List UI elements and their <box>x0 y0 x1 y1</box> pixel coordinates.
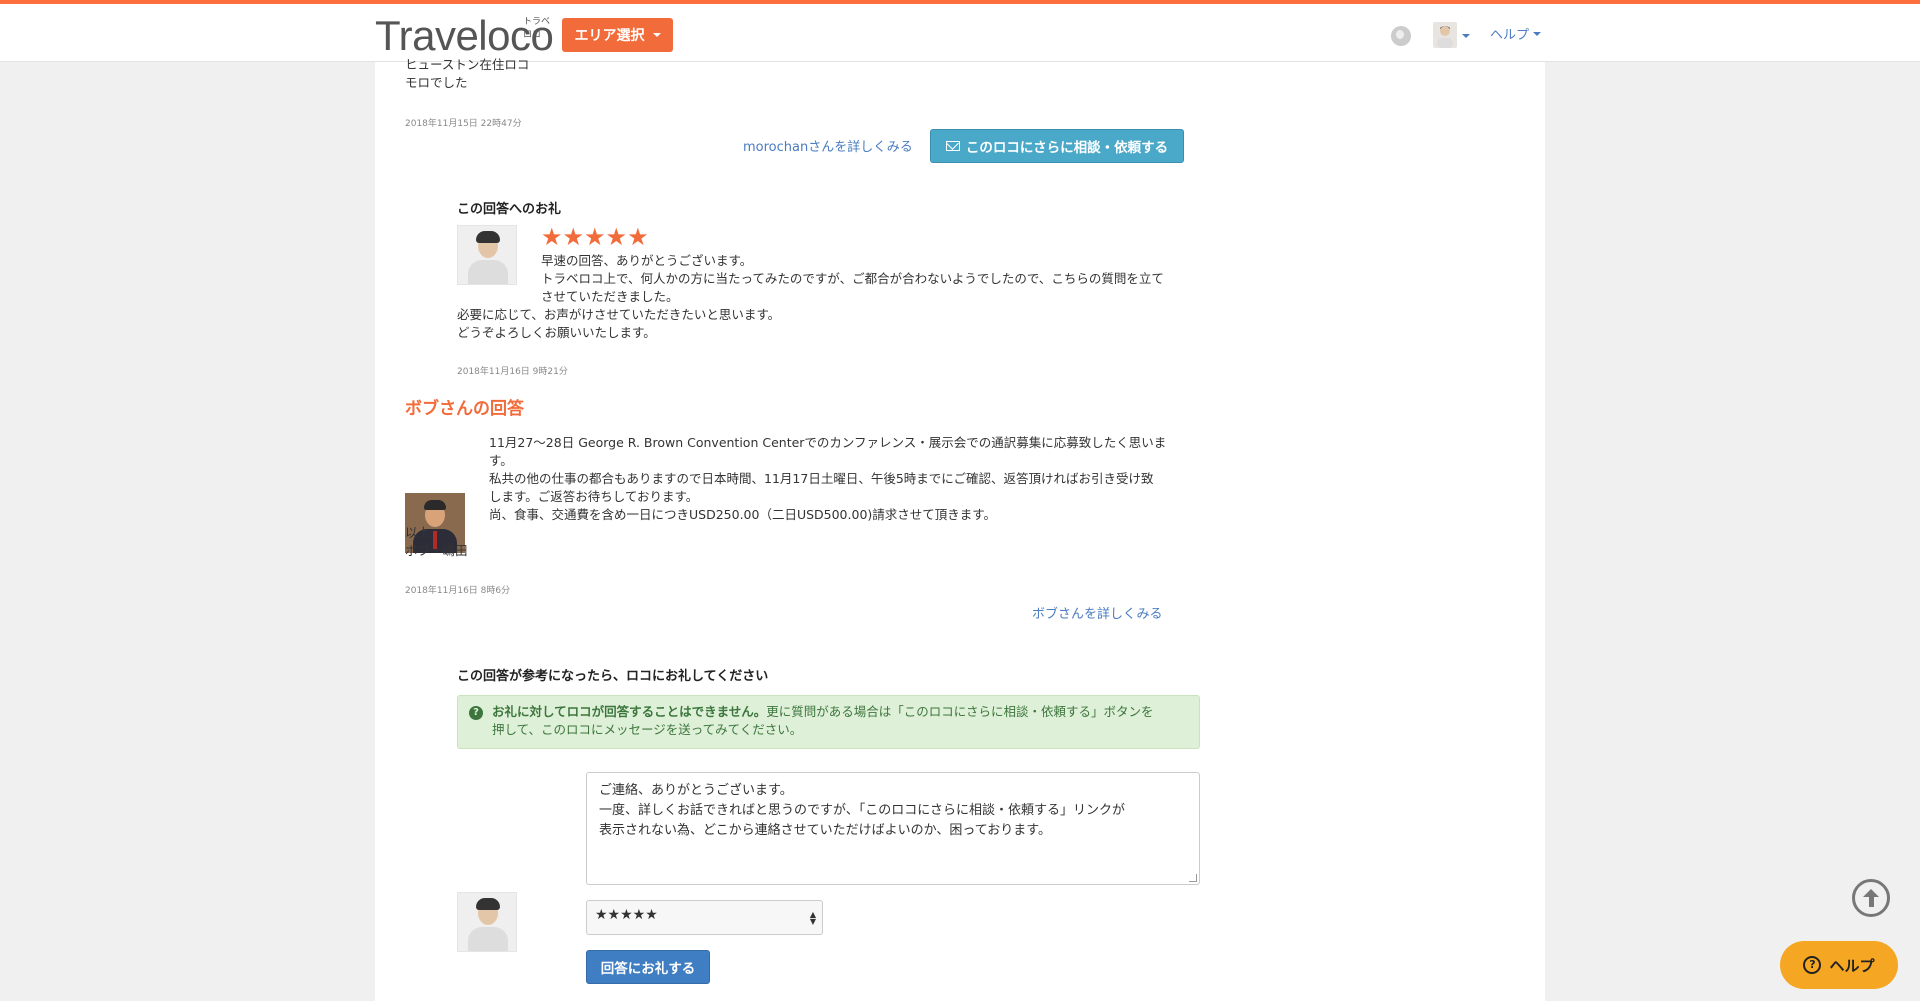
chevron-down-icon <box>1533 31 1542 36</box>
bob-signature: ボブ・嶋田 <box>405 543 468 558</box>
notice-bold: お礼に対してロコが回答することはできません。 <box>492 704 767 719</box>
chevron-down-icon <box>652 33 661 37</box>
main-content: ヒューストン在住ロコ モロでした 2018年11月15日 22時47分 moro… <box>375 57 1545 1001</box>
thanks-timestamp: 2018年11月16日 9時21分 <box>457 367 568 377</box>
avatar <box>457 225 517 285</box>
area-select-button[interactable]: エリア選択 <box>562 18 673 52</box>
notice-line-1: お礼に対してロコが回答することはできません。更に質問がある場合は「このロコにさら… <box>492 703 1187 721</box>
select-arrows-icon: ▲ ▼ <box>809 910 816 926</box>
help-menu-label: ヘルプ <box>1490 28 1530 43</box>
bob-answer-line: す。 <box>489 453 513 468</box>
site-header: Traveloco トラベロコ エリア選択 ヘルプ <box>0 4 1920 62</box>
floating-help-label: ヘルプ <box>1829 956 1875 975</box>
avatar <box>457 892 517 952</box>
thanks-line: どうぞよろしくお願いいたします。 <box>457 325 656 340</box>
submit-thanks-button[interactable]: 回答にお礼する <box>586 950 710 984</box>
rating-stars: ★★★★★ <box>541 223 649 251</box>
globe-icon[interactable] <box>1391 26 1411 46</box>
logo-kana: トラベロコ <box>523 17 551 40</box>
thanks-heading: この回答へのお礼 <box>457 202 562 217</box>
thanks-line: させていただきました。 <box>541 289 679 304</box>
consult-button-label: このロコにさらに相談・依頼する <box>965 140 1169 156</box>
floating-help-button[interactable]: ? ヘルプ <box>1780 941 1898 989</box>
user-avatar[interactable] <box>1433 22 1457 48</box>
thanks-line: トラベロコ上で、何人かの方に当たってみたのですが、ご都合が合わないようでしたので… <box>541 271 1164 286</box>
textarea-line: 一度、詳しくお話できればと思うのですが、「このロコにさらに相談・依頼する」リンク… <box>599 803 1125 818</box>
thanks-line: 早速の回答、ありがとうございます。 <box>541 253 753 268</box>
consult-button[interactable]: このロコにさらに相談・依頼する <box>930 129 1184 163</box>
submit-thanks-label: 回答にお礼する <box>600 961 696 977</box>
bob-answer-line: 尚、食事、交通費を含め一日につきUSD250.00（二日USD500.00)請求… <box>489 507 997 522</box>
info-notice: ? お礼に対してロコが回答することはできません。更に質問がある場合は「このロコに… <box>457 695 1200 749</box>
chevron-down-icon[interactable] <box>1462 34 1470 38</box>
notice-line-2: 押して、このロコにメッセージを送ってみてください。 <box>492 722 803 737</box>
bob-answer-timestamp: 2018年11月16日 8時6分 <box>405 586 511 596</box>
bob-signature: 以上 <box>405 525 431 540</box>
thanks-form-heading: この回答が参考になったら、ロコにお礼してください <box>457 669 769 684</box>
rating-select-value: ★★★★★ <box>595 907 658 923</box>
textarea-line: ご連絡、ありがとうございます。 <box>599 783 793 798</box>
thanks-line: 必要に応じて、お声がけさせていただきたいと思います。 <box>457 307 781 322</box>
bob-answer-line: します。ご返答お待ちしております。 <box>489 489 699 504</box>
mail-icon <box>945 141 960 151</box>
resize-handle-icon[interactable] <box>1189 874 1197 882</box>
help-question-icon: ? <box>1803 956 1822 974</box>
bob-detail-link[interactable]: ボブさんを詳しくみる <box>1032 603 1163 622</box>
help-menu[interactable]: ヘルプ <box>1490 24 1542 43</box>
answer-timestamp: 2018年11月15日 22時47分 <box>405 119 522 129</box>
bob-answer-line: 私共の他の仕事の都合もありますので日本時間、11月17日土曜日、午後5時までにご… <box>489 471 1154 486</box>
morochan-detail-link[interactable]: morochanさんを詳しくみる <box>743 136 913 155</box>
answer-tail-line: モロでした <box>405 75 468 90</box>
answer-tail-line: ヒューストン在住ロコ <box>405 57 530 72</box>
bob-answer-title: ボブさんの回答 <box>405 399 524 419</box>
scroll-to-top-icon[interactable] <box>1852 879 1890 917</box>
notice-text: 更に質問がある場合は「このロコにさらに相談・依頼する」ボタンを <box>766 704 1154 719</box>
thanks-message-textarea[interactable]: ご連絡、ありがとうございます。 一度、詳しくお話できればと思うのですが、「このロ… <box>586 772 1200 885</box>
bob-answer-line: 11月27〜28日 George R. Brown Convention Cen… <box>489 435 1167 450</box>
question-icon: ? <box>469 706 483 720</box>
site-logo[interactable]: Traveloco トラベロコ <box>375 14 554 58</box>
textarea-line: 表示されない為、どこから連絡させていただけばよいのか、困っております。 <box>599 823 1052 838</box>
area-select-label: エリア選択 <box>574 28 645 44</box>
rating-select[interactable]: ★★★★★ ▲ ▼ <box>586 900 823 935</box>
